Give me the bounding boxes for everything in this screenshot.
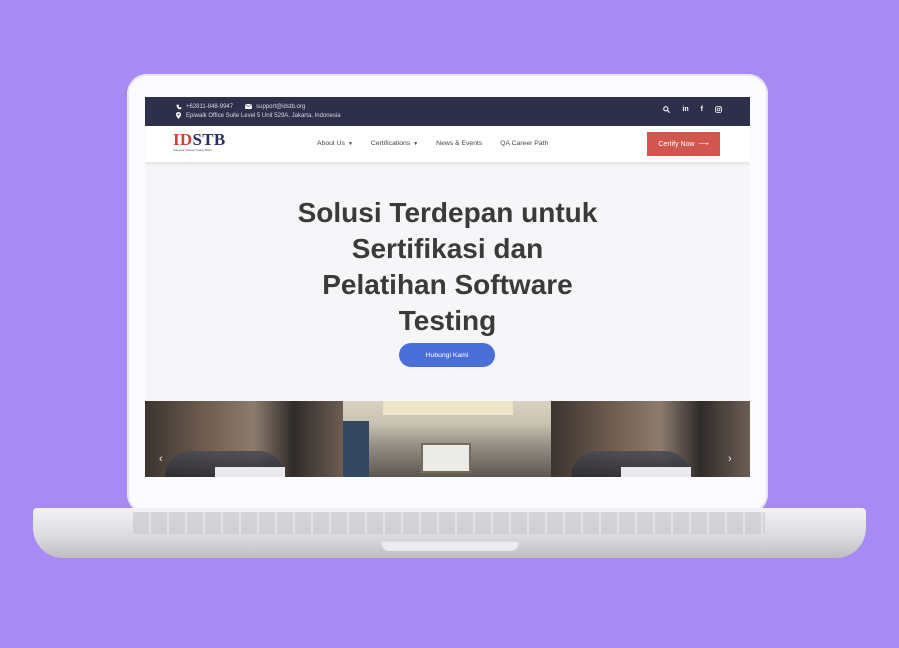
linkedin-icon[interactable]: in bbox=[682, 106, 688, 113]
email-address[interactable]: support@idstb.org bbox=[256, 104, 305, 110]
phone-icon bbox=[175, 103, 182, 110]
main-navigation: IDSTB Indonesia Software Testing Board A… bbox=[145, 126, 750, 162]
photo-carousel: ‹ › bbox=[145, 401, 750, 477]
logo-id-text: ID bbox=[173, 130, 193, 149]
nav-item-news-events[interactable]: News & Events bbox=[436, 140, 482, 147]
keyboard bbox=[133, 512, 765, 534]
hero-title-line: Sertifikasi dan bbox=[351, 233, 544, 264]
facebook-icon[interactable]: f bbox=[701, 106, 703, 113]
carousel-photo-class bbox=[145, 401, 343, 477]
nav-item-about-us[interactable]: About Us ▼ bbox=[317, 140, 353, 147]
idstb-logo[interactable]: IDSTB Indonesia Software Testing Board bbox=[173, 130, 226, 152]
top-info-bar: +62811-848-9947 support@idstb.org Epiwal… bbox=[145, 97, 750, 126]
nav-item-label: About Us bbox=[317, 140, 345, 147]
carousel-photo-room bbox=[343, 401, 551, 477]
nav-item-label: News & Events bbox=[436, 140, 483, 147]
caret-down-icon: ▼ bbox=[413, 140, 419, 147]
phone-number[interactable]: +62811-848-9947 bbox=[186, 104, 233, 110]
hero-title-line: Testing bbox=[398, 305, 497, 336]
laptop-notch bbox=[381, 540, 519, 551]
mail-icon bbox=[245, 103, 253, 110]
hero-title-line: Pelatihan Software bbox=[322, 269, 573, 300]
arrow-right-icon: ⟶ bbox=[698, 141, 709, 148]
hubungi-kami-button[interactable]: Hubungi Kami bbox=[399, 343, 495, 367]
caret-down-icon: ▼ bbox=[347, 140, 353, 147]
carousel-photo-class bbox=[551, 401, 750, 477]
cta-label: Certify Now bbox=[658, 140, 695, 148]
hero-title: Solusi Terdepan untuk Sertifikasi dan Pe… bbox=[145, 195, 750, 339]
certify-now-button[interactable]: Certify Now ⟶ bbox=[647, 132, 720, 156]
logo-subtitle: Indonesia Software Testing Board bbox=[173, 149, 212, 152]
nav-item-certifications[interactable]: Certifications ▼ bbox=[371, 140, 418, 147]
laptop-base bbox=[33, 508, 866, 558]
instagram-icon[interactable] bbox=[715, 106, 722, 113]
carousel-prev-icon[interactable]: ‹ bbox=[159, 453, 163, 465]
office-address: Epiwalk Office Suite Level 5 Unit 529A, … bbox=[186, 112, 341, 119]
nav-item-qa-career-path[interactable]: QA Career Path bbox=[500, 140, 548, 147]
nav-item-label: Certifications bbox=[370, 140, 411, 147]
location-icon bbox=[175, 112, 182, 119]
laptop-screen: +62811-848-9947 support@idstb.org Epiwal… bbox=[145, 97, 750, 477]
search-icon[interactable] bbox=[663, 106, 671, 113]
nav-item-label: QA Career Path bbox=[500, 140, 549, 147]
nav-menu: About Us ▼ Certifications ▼ News & Event… bbox=[317, 140, 548, 147]
hero-title-line: Solusi Terdepan untuk bbox=[297, 197, 598, 228]
carousel-next-icon[interactable]: › bbox=[728, 453, 732, 465]
logo-stb-text: STB bbox=[192, 130, 226, 149]
